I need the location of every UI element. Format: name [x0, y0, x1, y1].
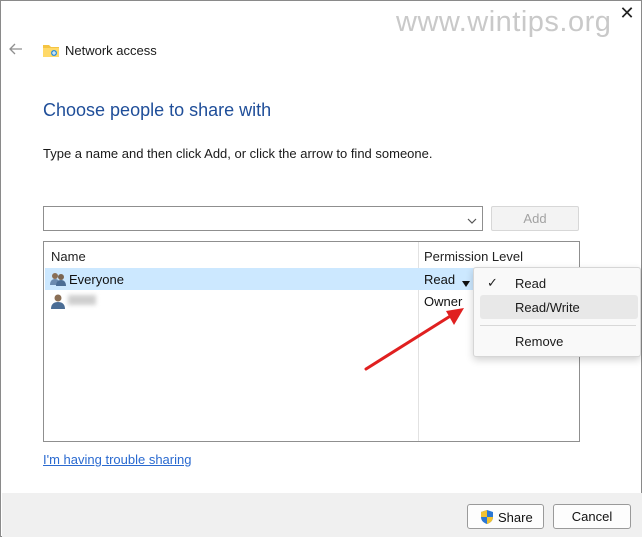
page-title: Choose people to share with [43, 100, 272, 120]
menu-item-label: Read/Write [515, 300, 580, 315]
network-access-dialog: www.wintips.org ✕ Network access Choose … [0, 0, 642, 537]
row-name: Everyone [69, 272, 124, 287]
share-button[interactable]: Share [467, 504, 544, 529]
permission-context-menu: ✓ Read Read/Write Remove [473, 267, 641, 357]
share-label: Share [498, 510, 533, 525]
column-header-permission[interactable]: Permission Level [424, 249, 523, 264]
watermark: www.wintips.org [396, 6, 612, 38]
annotation-arrow [364, 308, 464, 371]
back-arrow-icon[interactable] [9, 42, 23, 56]
menu-separator [480, 325, 636, 326]
menu-item-label: Read [515, 276, 547, 291]
trouble-sharing-link[interactable]: I'm having trouble sharing [43, 452, 191, 467]
caret-down-icon[interactable] [461, 275, 471, 287]
row-name-redacted [68, 295, 96, 305]
shared-folder-icon [42, 42, 60, 58]
dialog-footer [2, 493, 642, 537]
window-title: Network access [65, 43, 157, 58]
cancel-button[interactable]: Cancel [553, 504, 631, 529]
instructions-text: Type a name and then click Add, or click… [43, 146, 433, 161]
close-icon[interactable]: ✕ [618, 4, 636, 22]
name-combobox[interactable] [43, 206, 483, 231]
user-icon [50, 293, 66, 309]
menu-item-label: Remove [515, 334, 564, 349]
column-header-name[interactable]: Name [51, 249, 86, 264]
menu-item-read[interactable]: ✓ Read [474, 271, 640, 295]
check-icon: ✓ [487, 275, 498, 290]
row-permission[interactable]: Read [424, 272, 455, 287]
chevron-down-icon[interactable] [467, 213, 477, 224]
add-button[interactable]: Add [491, 206, 579, 231]
uac-shield-icon [479, 509, 495, 525]
title-bar: www.wintips.org ✕ Network access [1, 1, 641, 58]
menu-item-remove[interactable]: Remove [474, 329, 640, 353]
menu-item-read-write[interactable]: Read/Write [480, 295, 638, 319]
group-users-icon [50, 271, 66, 287]
